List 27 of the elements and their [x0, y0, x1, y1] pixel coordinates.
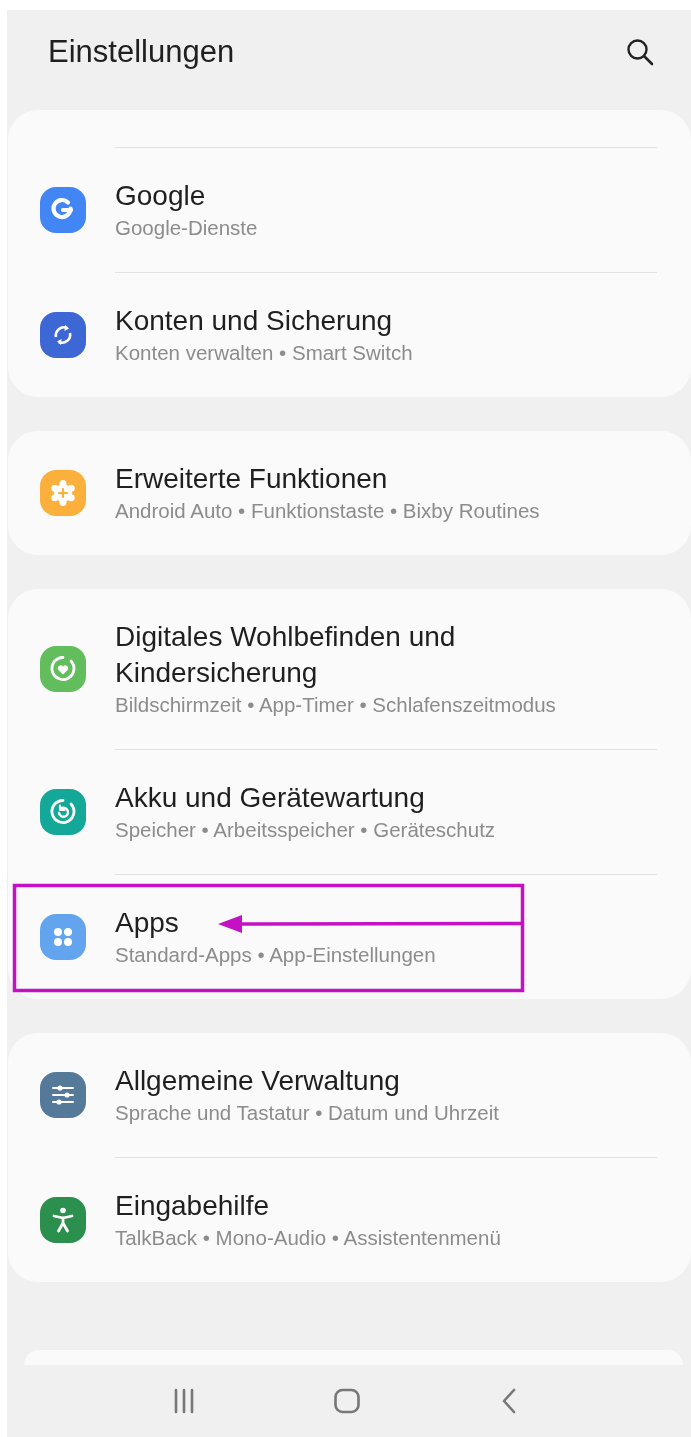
item-title: Eingabehilfe [115, 1189, 270, 1223]
item-subtitle: Google-Dienste [115, 215, 259, 241]
settings-item[interactable]: Digitales Wohlbefinden und Kindersicherung Bildschirmzeit • App-Timer • Schlafenszeitmodus [8, 589, 691, 749]
settings-item[interactable]: Eingabehilfe TalkBack • Mono-Audio • Assistentenmenü [8, 1158, 691, 1282]
screen-title: Einstellungen [48, 34, 235, 70]
item-title: Erweiterte Funktionen [115, 462, 388, 496]
settings-item[interactable]: Allgemeine Verwaltung Sprache und Tastatur • Datum und Uhrzeit [8, 1033, 691, 1157]
settings-item[interactable]: Google Google-Dienste [8, 148, 691, 272]
item-subtitle: Standard-Apps • App-Einstellungen [115, 942, 437, 968]
item-subtitle: Bildschirmzeit • App-Timer • Schlafenszeitmodus [115, 692, 557, 718]
item-title: Google [115, 179, 206, 213]
settings-item[interactable]: Konten und Sicherung Konten verwalten • Smart Switch [8, 273, 691, 397]
item-subtitle: Speicher • Arbeitsspeicher • Geräteschutz [115, 817, 497, 843]
item-title: Apps [115, 906, 179, 940]
item-title: Digitales Wohlbefinden und Kindersicherung [115, 620, 457, 690]
item-title: Konten und Sicherung [115, 304, 393, 338]
settings-item[interactable]: Akku und Gerätewartung Speicher • Arbeitsspeicher • Geräteschutz [8, 750, 691, 874]
home-icon [332, 1387, 361, 1415]
settings-item[interactable]: Apps Standard-Apps • App-Einstellungen [8, 875, 691, 999]
item-subtitle: Android Auto • Funktionstaste • Bixby Routines [115, 498, 541, 524]
item-subtitle: Konten verwalten • Smart Switch [115, 340, 414, 366]
item-title: Akku und Gerätewartung [115, 781, 425, 815]
item-subtitle: TalkBack • Mono-Audio • Assistentenmenü [115, 1225, 502, 1251]
item-title: Allgemeine Verwaltung [115, 1064, 400, 1098]
item-subtitle: Sprache und Tastatur • Datum und Uhrzeit [115, 1100, 500, 1126]
settings-item[interactable]: Erweiterte Funktionen Android Auto • Funktionstaste • Bixby Routines [8, 431, 691, 555]
search-icon [625, 37, 655, 67]
